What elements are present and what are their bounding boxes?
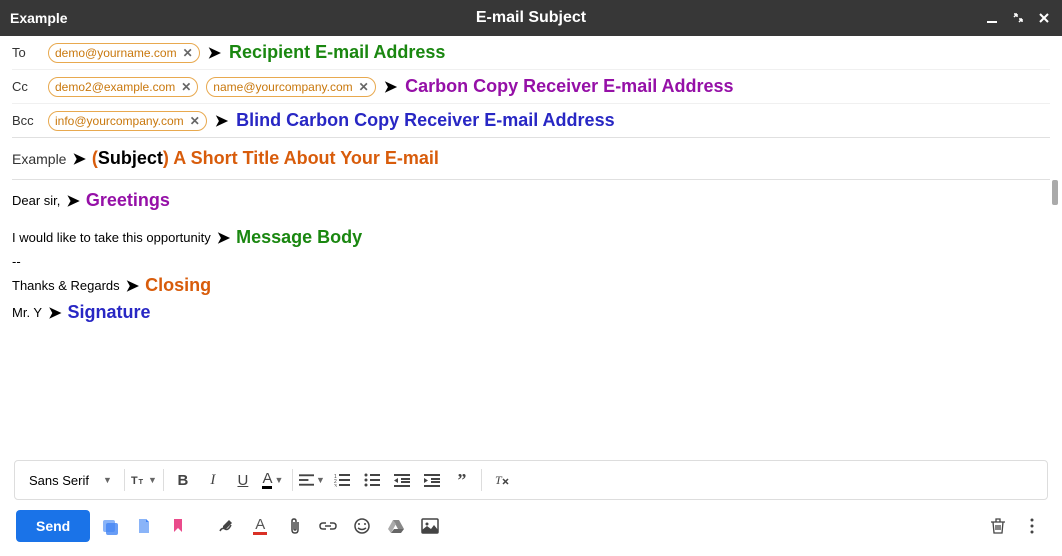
- emoji-icon[interactable]: [348, 512, 376, 540]
- link-icon[interactable]: [314, 512, 342, 540]
- restore-button[interactable]: [1010, 10, 1026, 26]
- greeting-annotation: Greetings: [86, 190, 170, 211]
- chip-remove-icon[interactable]: ✕: [190, 114, 200, 128]
- quote-button[interactable]: ”: [449, 466, 475, 494]
- bcc-field-row[interactable]: Bcc info@yourcompany.com ✕ ➤ Blind Carbo…: [12, 104, 1050, 138]
- subject-row[interactable]: Example ➤ (Subject) A Short Title About …: [12, 138, 1050, 180]
- to-annotation: Recipient E-mail Address: [229, 42, 445, 63]
- bullet-list-button[interactable]: [359, 466, 385, 494]
- text-color-button[interactable]: A ▼: [260, 466, 286, 494]
- underline-button[interactable]: U: [230, 466, 256, 494]
- send-button[interactable]: Send: [16, 510, 90, 542]
- to-field-row[interactable]: To demo@yourname.com ✕ ➤ Recipient E-mai…: [12, 36, 1050, 70]
- remove-format-button[interactable]: T: [488, 466, 514, 494]
- attach-file-icon[interactable]: [130, 512, 158, 540]
- arrow-icon: ➤: [208, 43, 221, 63]
- svg-text:3: 3: [334, 484, 337, 487]
- drive-icon[interactable]: [382, 512, 410, 540]
- arrow-icon: ➤: [217, 228, 230, 248]
- chip-text: demo2@example.com: [55, 80, 175, 94]
- chevron-down-icon: ▼: [103, 475, 112, 485]
- bcc-chip[interactable]: info@yourcompany.com ✕: [48, 111, 207, 131]
- greeting-text: Dear sir,: [12, 193, 60, 208]
- text-style-icon[interactable]: [96, 512, 124, 540]
- font-family-select[interactable]: Sans Serif ▼: [23, 469, 118, 492]
- chip-remove-icon[interactable]: ✕: [183, 46, 193, 60]
- italic-button[interactable]: I: [200, 466, 226, 494]
- message-body-area[interactable]: Dear sir, ➤ Greetings I would like to ta…: [12, 180, 1050, 460]
- chip-text: demo@yourname.com: [55, 46, 177, 60]
- numbered-list-button[interactable]: 123: [329, 466, 355, 494]
- cc-label: Cc: [12, 79, 40, 94]
- to-label: To: [12, 45, 40, 60]
- underline-text-icon[interactable]: A: [246, 512, 274, 540]
- cc-annotation: Carbon Copy Receiver E-mail Address: [405, 76, 733, 97]
- bookmark-icon[interactable]: [164, 512, 192, 540]
- font-size-button[interactable]: TT ▼: [131, 466, 157, 494]
- chevron-down-icon: ▼: [274, 475, 283, 485]
- svg-text:T: T: [138, 477, 143, 486]
- titlebar-left-label: Example: [10, 10, 68, 26]
- cc-field-row[interactable]: Cc demo2@example.com ✕ name@yourcompany.…: [12, 70, 1050, 104]
- arrow-icon: ➤: [66, 191, 79, 211]
- to-chip[interactable]: demo@yourname.com ✕: [48, 43, 200, 63]
- window-title: E-mail Subject: [476, 9, 586, 27]
- image-icon[interactable]: [416, 512, 444, 540]
- chevron-down-icon: ▼: [316, 475, 325, 485]
- minimize-button[interactable]: [984, 10, 1000, 26]
- signature-text: Mr. Y: [12, 305, 42, 320]
- attachment-icon[interactable]: [280, 512, 308, 540]
- cc-chip-1[interactable]: demo2@example.com ✕: [48, 77, 198, 97]
- format-toolbar: Sans Serif ▼ TT ▼ B I U A ▼ ▼ 123: [14, 460, 1048, 500]
- scrollbar-thumb[interactable]: [1052, 180, 1058, 205]
- indent-less-button[interactable]: [389, 466, 415, 494]
- chip-remove-icon[interactable]: ✕: [181, 80, 191, 94]
- subject-value: Example: [12, 151, 66, 167]
- bcc-label: Bcc: [12, 113, 40, 128]
- chip-remove-icon[interactable]: ✕: [359, 80, 369, 94]
- separator-text: --: [12, 254, 21, 269]
- bcc-annotation: Blind Carbon Copy Receiver E-mail Addres…: [236, 110, 614, 131]
- signature-icon[interactable]: [212, 512, 240, 540]
- chip-text: name@yourcompany.com: [213, 80, 352, 94]
- message-text: I would like to take this opportunity: [12, 230, 211, 245]
- align-button[interactable]: ▼: [299, 466, 325, 494]
- close-button[interactable]: [1036, 10, 1052, 26]
- arrow-icon: ➤: [215, 111, 228, 131]
- arrow-icon: ➤: [72, 149, 85, 169]
- more-options-icon[interactable]: [1018, 512, 1046, 540]
- closing-annotation: Closing: [145, 275, 211, 296]
- chevron-down-icon: ▼: [148, 475, 157, 485]
- signature-annotation: Signature: [68, 302, 151, 323]
- compose-area: To demo@yourname.com ✕ ➤ Recipient E-mai…: [0, 36, 1062, 552]
- bold-button[interactable]: B: [170, 466, 196, 494]
- cc-chip-2[interactable]: name@yourcompany.com ✕: [206, 77, 375, 97]
- arrow-icon: ➤: [48, 303, 61, 323]
- subject-annotation: (Subject) A Short Title About Your E-mai…: [92, 148, 439, 169]
- svg-text:T: T: [131, 475, 138, 487]
- chip-text: info@yourcompany.com: [55, 114, 184, 128]
- arrow-icon: ➤: [126, 276, 139, 296]
- bottom-toolbar: Send A: [12, 500, 1050, 552]
- delete-icon[interactable]: [984, 512, 1012, 540]
- body-annotation: Message Body: [236, 227, 362, 248]
- indent-more-button[interactable]: [419, 466, 445, 494]
- window-titlebar: Example E-mail Subject: [0, 0, 1062, 36]
- arrow-icon: ➤: [384, 77, 397, 97]
- closing-text: Thanks & Regards: [12, 278, 120, 293]
- svg-text:T: T: [495, 473, 503, 487]
